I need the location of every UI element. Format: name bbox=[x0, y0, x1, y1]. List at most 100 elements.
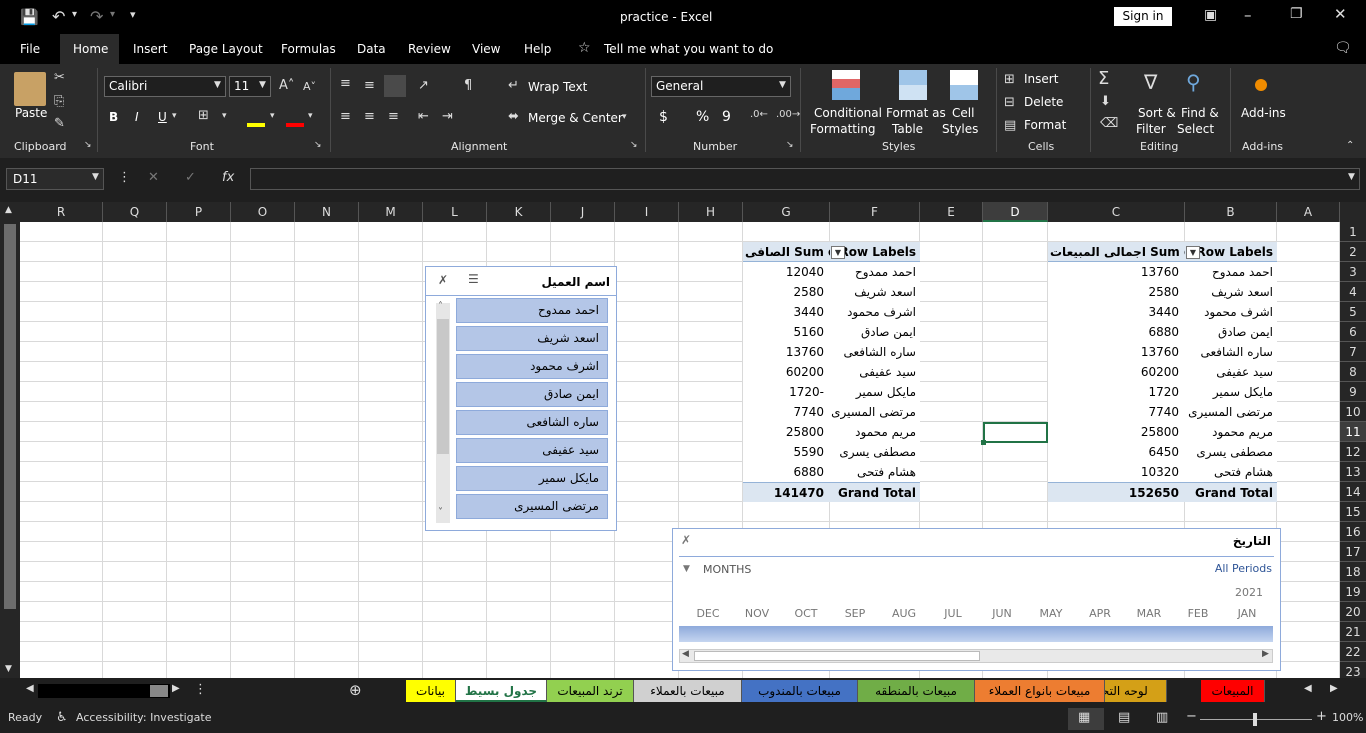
column-header-k[interactable]: K bbox=[487, 202, 551, 222]
pivot2-value-header[interactable]: الصافى Sum of bbox=[743, 242, 830, 262]
cell-styles-label-2[interactable]: Styles bbox=[942, 122, 978, 136]
sheet-tab[interactable]: مبيعات بالمندوب bbox=[742, 680, 858, 702]
row-header-3[interactable]: 3 bbox=[1340, 262, 1366, 282]
pivot1-row-value[interactable]: 13760 bbox=[1048, 262, 1185, 282]
timeline-month[interactable]: SEP bbox=[835, 607, 875, 620]
format-as-table-label-1[interactable]: Format as bbox=[886, 106, 946, 120]
number-format-dropdown-icon[interactable]: ▼ bbox=[779, 80, 786, 90]
decrease-decimal-icon[interactable]: .00→ bbox=[776, 109, 800, 120]
close-icon[interactable]: ✕ bbox=[1334, 5, 1347, 23]
pivot2-row-value[interactable]: 12040 bbox=[743, 262, 830, 282]
slicer-item[interactable]: اشرف محمود bbox=[456, 354, 608, 379]
add-ins-button[interactable]: Add-ins bbox=[1241, 106, 1286, 120]
align-left-icon[interactable]: ≡ bbox=[340, 109, 351, 124]
column-header-m[interactable]: M bbox=[359, 202, 423, 222]
new-sheet-icon[interactable]: ⊕ bbox=[349, 681, 362, 699]
conditional-formatting-icon[interactable] bbox=[832, 70, 860, 100]
slicer-scrollbar[interactable]: ˄ ˅ bbox=[436, 301, 450, 523]
next-sheet-icon[interactable]: ▶ bbox=[1330, 683, 1338, 694]
pivot2-row-value[interactable]: 7740 bbox=[743, 402, 830, 422]
pivot1-row-value[interactable]: 7740 bbox=[1048, 402, 1185, 422]
underline-dropdown-icon[interactable]: ▾ bbox=[172, 111, 177, 121]
sheet-tab[interactable]: ترند المبيعات bbox=[547, 680, 634, 702]
insert-cells-button[interactable]: Insert bbox=[1024, 72, 1058, 86]
sort-filter-icon[interactable]: ∇ bbox=[1144, 70, 1157, 94]
pivot1-row-value[interactable]: 3440 bbox=[1048, 302, 1185, 322]
column-header-h[interactable]: H bbox=[679, 202, 743, 222]
column-header-j[interactable]: J bbox=[551, 202, 615, 222]
column-header-f[interactable]: F bbox=[830, 202, 920, 222]
horizontal-scroll-thumb[interactable] bbox=[150, 685, 168, 697]
slicer-item[interactable]: ساره الشافعى bbox=[456, 410, 608, 435]
row-header-20[interactable]: 20 bbox=[1340, 602, 1366, 622]
vertical-scrollbar[interactable]: ▲ ▼ bbox=[0, 202, 20, 678]
pivot2-row-label[interactable]: ساره الشافعى bbox=[830, 342, 920, 362]
number-format-box[interactable]: General bbox=[651, 76, 791, 97]
slicer-scroll-up-icon[interactable]: ˄ bbox=[438, 301, 443, 312]
font-launcher-icon[interactable]: ↘ bbox=[314, 140, 322, 150]
pivot1-value-header[interactable]: اجمالى المبيعات Sum of bbox=[1048, 242, 1185, 262]
column-header-p[interactable]: P bbox=[167, 202, 231, 222]
fill-color-dropdown-icon[interactable]: ▾ bbox=[270, 111, 275, 121]
conditional-formatting-label-1[interactable]: Conditional bbox=[814, 106, 882, 120]
timeline-month[interactable]: AUG bbox=[884, 607, 924, 620]
copy-icon[interactable]: ⎘ bbox=[54, 94, 64, 109]
align-top-icon[interactable]: ≡ bbox=[340, 76, 351, 91]
pivot1-row-value[interactable]: 2580 bbox=[1048, 282, 1185, 302]
column-header-l[interactable]: L bbox=[423, 202, 487, 222]
pivot2-row-value[interactable]: 6880 bbox=[743, 462, 830, 482]
page-break-view-icon[interactable]: ▥ bbox=[1156, 710, 1168, 725]
menu-review[interactable]: Review bbox=[408, 42, 451, 56]
find-select-label-2[interactable]: Select bbox=[1177, 122, 1214, 136]
timeline-scroll-thumb[interactable] bbox=[694, 651, 980, 661]
row-header-22[interactable]: 22 bbox=[1340, 642, 1366, 662]
alignment-launcher-icon[interactable]: ↘ bbox=[630, 140, 638, 150]
row-header-5[interactable]: 5 bbox=[1340, 302, 1366, 322]
clear-filter-icon[interactable]: ✗ bbox=[438, 273, 448, 287]
column-header-e[interactable]: E bbox=[920, 202, 983, 222]
decrease-font-icon[interactable]: A˅ bbox=[303, 80, 316, 93]
vertical-scroll-thumb[interactable] bbox=[4, 224, 16, 609]
insert-function-icon[interactable]: fx bbox=[222, 170, 234, 185]
column-header-b[interactable]: B bbox=[1185, 202, 1277, 222]
pivot1-row-label[interactable]: اسعد شريف bbox=[1185, 282, 1277, 302]
name-box-dropdown-icon[interactable]: ▼ bbox=[92, 172, 99, 182]
pivot2-row-value[interactable]: 1720- bbox=[743, 382, 830, 402]
pivot1-row-label[interactable]: مرتضى المسيرى bbox=[1185, 402, 1277, 422]
slicer-item[interactable]: ايمن صادق bbox=[456, 382, 608, 407]
pivot2-filter-dropdown-icon[interactable]: ▼ bbox=[831, 246, 845, 259]
row-header-15[interactable]: 15 bbox=[1340, 502, 1366, 522]
hscroll-left-icon[interactable]: ◀ bbox=[26, 683, 34, 694]
column-header-n[interactable]: N bbox=[295, 202, 359, 222]
italic-button[interactable]: I bbox=[135, 110, 139, 124]
increase-indent-icon[interactable]: ⇥ bbox=[442, 109, 453, 124]
row-header-1[interactable]: 1 bbox=[1340, 222, 1366, 242]
currency-button[interactable]: $ bbox=[659, 109, 668, 125]
row-header-11[interactable]: 11 bbox=[1340, 422, 1366, 442]
sort-filter-label-2[interactable]: Filter bbox=[1136, 122, 1166, 136]
pivot2-row-value[interactable]: 5590 bbox=[743, 442, 830, 462]
sheet-tab[interactable]: مبيعات بالمنطقه bbox=[858, 680, 975, 702]
ribbon-display-icon[interactable]: ▣ bbox=[1204, 7, 1217, 23]
font-name-dropdown-icon[interactable]: ▼ bbox=[214, 80, 221, 90]
redo-dropdown-icon[interactable]: ▾ bbox=[110, 9, 115, 20]
menu-formulas[interactable]: Formulas bbox=[281, 42, 336, 56]
confirm-entry-icon[interactable]: ✓ bbox=[185, 170, 196, 185]
fill-icon[interactable]: ⬇ bbox=[1100, 94, 1111, 109]
row-header-17[interactable]: 17 bbox=[1340, 542, 1366, 562]
formula-input[interactable] bbox=[250, 168, 1360, 190]
column-header-a[interactable]: A bbox=[1277, 202, 1340, 222]
timeline-level[interactable]: MONTHS bbox=[703, 563, 751, 576]
redo-icon[interactable]: ↷ bbox=[90, 7, 103, 26]
pivot1-row-value[interactable]: 10320 bbox=[1048, 462, 1185, 482]
save-icon[interactable]: 💾 bbox=[20, 8, 39, 26]
row-header-4[interactable]: 4 bbox=[1340, 282, 1366, 302]
menu-help[interactable]: Help bbox=[524, 42, 551, 56]
slicer-item[interactable]: احمد ممدوح bbox=[456, 298, 608, 323]
row-header-7[interactable]: 7 bbox=[1340, 342, 1366, 362]
select-all-corner[interactable] bbox=[1340, 202, 1366, 222]
sheet-tab[interactable]: مبيعات بانواع العملاء bbox=[975, 680, 1105, 702]
paste-label[interactable]: Paste bbox=[15, 106, 47, 120]
multi-select-icon[interactable]: ☰ bbox=[468, 272, 479, 286]
pivot2-row-value[interactable]: 60200 bbox=[743, 362, 830, 382]
